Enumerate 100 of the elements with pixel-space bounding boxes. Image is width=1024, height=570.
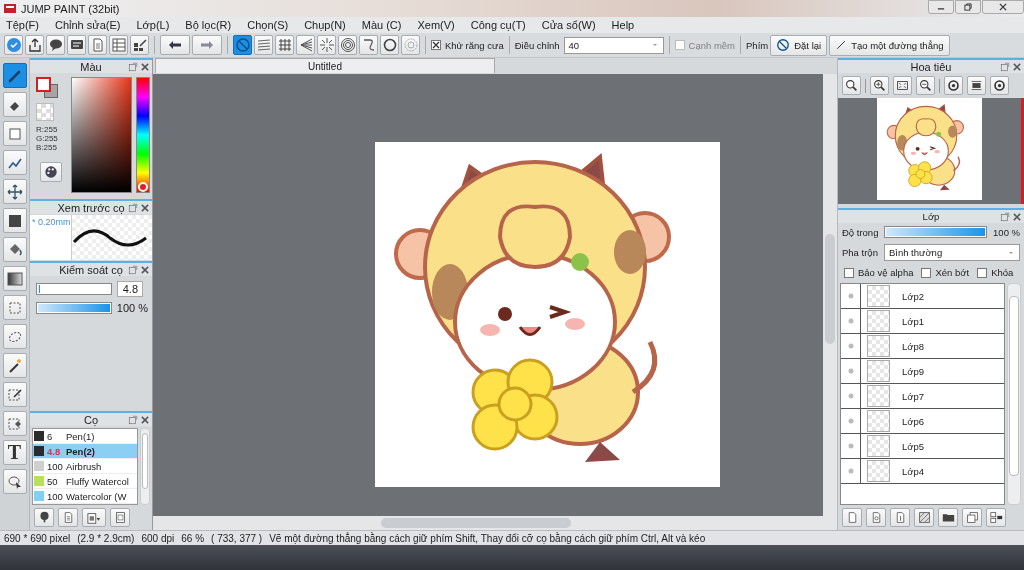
color-swatches[interactable] xyxy=(36,77,60,99)
toolbar-button[interactable] xyxy=(46,35,65,55)
layer-name[interactable]: Lớp9 xyxy=(902,365,925,377)
layer-name[interactable]: Lớp7 xyxy=(902,390,925,402)
brush-item[interactable]: 4.8 Pen(2) xyxy=(33,444,138,459)
menu-item[interactable]: Xem(V) xyxy=(417,19,455,31)
layer-name[interactable]: Lớp5 xyxy=(902,440,925,452)
snap-button[interactable] xyxy=(317,35,336,55)
menu-item[interactable]: Lớp(L) xyxy=(136,19,170,31)
canvas[interactable] xyxy=(375,142,720,487)
menu-item[interactable]: Màu (C) xyxy=(361,19,402,31)
navigator-preview[interactable] xyxy=(877,98,982,200)
brush-tool-button[interactable] xyxy=(110,508,130,527)
keys-label: Phím xyxy=(746,39,769,51)
palette-button[interactable] xyxy=(40,162,62,182)
transparent-swatch[interactable] xyxy=(36,103,54,121)
scrollbar[interactable] xyxy=(1007,283,1021,505)
magnifier-icon xyxy=(845,79,858,92)
rotate-left-button[interactable] xyxy=(944,76,963,95)
tool-button[interactable] xyxy=(2,208,27,233)
brush-item[interactable]: 100 Airbrush xyxy=(33,459,138,474)
tool-button[interactable]: T xyxy=(2,440,27,465)
checkbox[interactable] xyxy=(921,267,932,278)
reset-button[interactable]: Đặt lại xyxy=(770,34,828,56)
scrollbar[interactable] xyxy=(140,428,150,505)
hue-slider[interactable] xyxy=(136,77,150,193)
rgb-value: G:255 xyxy=(36,134,58,143)
app-logo-icon xyxy=(4,4,16,13)
menu-item[interactable]: Bộ lọc(R) xyxy=(185,19,232,31)
toolbar-button[interactable] xyxy=(67,35,86,55)
flip-button[interactable] xyxy=(967,76,986,95)
tool-button[interactable] xyxy=(2,266,27,291)
menu-item[interactable]: Chỉnh sửa(E) xyxy=(55,19,121,31)
snap-button[interactable] xyxy=(338,35,357,55)
close-button[interactable] xyxy=(982,0,1024,14)
adjust-field[interactable]: 40 xyxy=(563,36,664,54)
layer-name[interactable]: Lớp4 xyxy=(902,465,925,477)
menu-item[interactable]: Tệp(F) xyxy=(6,19,39,31)
checkbox[interactable] xyxy=(977,267,988,278)
toolbar-button[interactable] xyxy=(130,35,149,55)
menu-item[interactable]: Công cụ(T) xyxy=(470,19,526,31)
document-tab[interactable]: Untitled xyxy=(155,58,495,73)
straight-line-button[interactable]: Tạo một đường thẳng xyxy=(829,34,950,56)
scrollbar[interactable] xyxy=(153,516,837,530)
menu-item[interactable]: Cửa sổ(W) xyxy=(541,19,596,31)
new-layer-button[interactable] xyxy=(842,508,862,527)
brush-size-slider[interactable] xyxy=(36,283,112,295)
checkbox[interactable] xyxy=(844,267,854,278)
layer-thumbnail xyxy=(867,385,890,407)
page-icon xyxy=(113,511,127,524)
layer-button[interactable] xyxy=(866,508,886,527)
snap-button[interactable] xyxy=(296,35,315,55)
menu-item[interactable]: Help xyxy=(611,19,635,31)
merge-button[interactable] xyxy=(986,508,1006,527)
brush-tool-button[interactable] xyxy=(34,508,54,527)
layer-button[interactable] xyxy=(914,508,934,527)
concentric-circles-icon xyxy=(339,37,356,53)
panel-title: Màu xyxy=(80,60,102,73)
layer-name[interactable]: Lớp6 xyxy=(902,415,925,427)
layer-thumbnail xyxy=(867,435,890,457)
size-field[interactable]: 4.8 xyxy=(117,281,143,297)
checkbox-label: Khử răng cưa xyxy=(445,39,504,51)
menu-item[interactable]: Chụp(N) xyxy=(304,19,346,31)
rotate-right-button[interactable] xyxy=(990,76,1009,95)
menu-item[interactable]: Chọn(S) xyxy=(247,19,289,31)
brush-item[interactable]: 50 Fluffy Watercol xyxy=(33,474,138,489)
zoom-actual-button[interactable] xyxy=(842,76,861,95)
saturation-picker[interactable] xyxy=(71,77,133,193)
layer-button[interactable] xyxy=(890,508,910,527)
snap-button[interactable] xyxy=(359,35,378,55)
scrollbar[interactable] xyxy=(823,74,837,516)
snap-button[interactable] xyxy=(254,35,273,55)
layer-name[interactable]: Lớp8 xyxy=(902,340,925,352)
tool-button[interactable] xyxy=(2,237,27,262)
brush-item[interactable]: 100 Watercolor (W xyxy=(33,489,138,504)
filled-square-icon xyxy=(6,212,23,229)
snap-button[interactable] xyxy=(380,35,399,55)
toolbar-button[interactable] xyxy=(25,35,44,55)
blend-mode-dropdown[interactable]: Bình thường xyxy=(883,244,1020,261)
undock-icon xyxy=(1000,211,1010,222)
tool-button[interactable] xyxy=(2,469,27,494)
restore-button[interactable] xyxy=(955,0,981,14)
duplicate-button[interactable] xyxy=(962,508,982,527)
fit-button[interactable] xyxy=(893,76,912,95)
undo-button[interactable] xyxy=(160,35,190,55)
zoom-out-button[interactable] xyxy=(916,76,935,95)
snap-button[interactable] xyxy=(275,35,294,55)
tool-button[interactable] xyxy=(2,150,27,175)
tool-button[interactable] xyxy=(2,179,27,204)
new-folder-button[interactable] xyxy=(938,508,958,527)
layer-name[interactable]: Lớp1 xyxy=(902,315,925,327)
checkbox[interactable] xyxy=(431,40,441,50)
tool-button[interactable] xyxy=(2,353,27,378)
hue-thumb[interactable] xyxy=(138,182,149,192)
tool-button[interactable] xyxy=(2,63,27,88)
minimize-button[interactable] xyxy=(928,0,954,14)
layer-name[interactable]: Lớp2 xyxy=(902,290,925,302)
tool-button[interactable] xyxy=(2,92,27,117)
zoom-in-button[interactable] xyxy=(870,76,889,95)
brush-tool-button[interactable] xyxy=(82,508,106,527)
